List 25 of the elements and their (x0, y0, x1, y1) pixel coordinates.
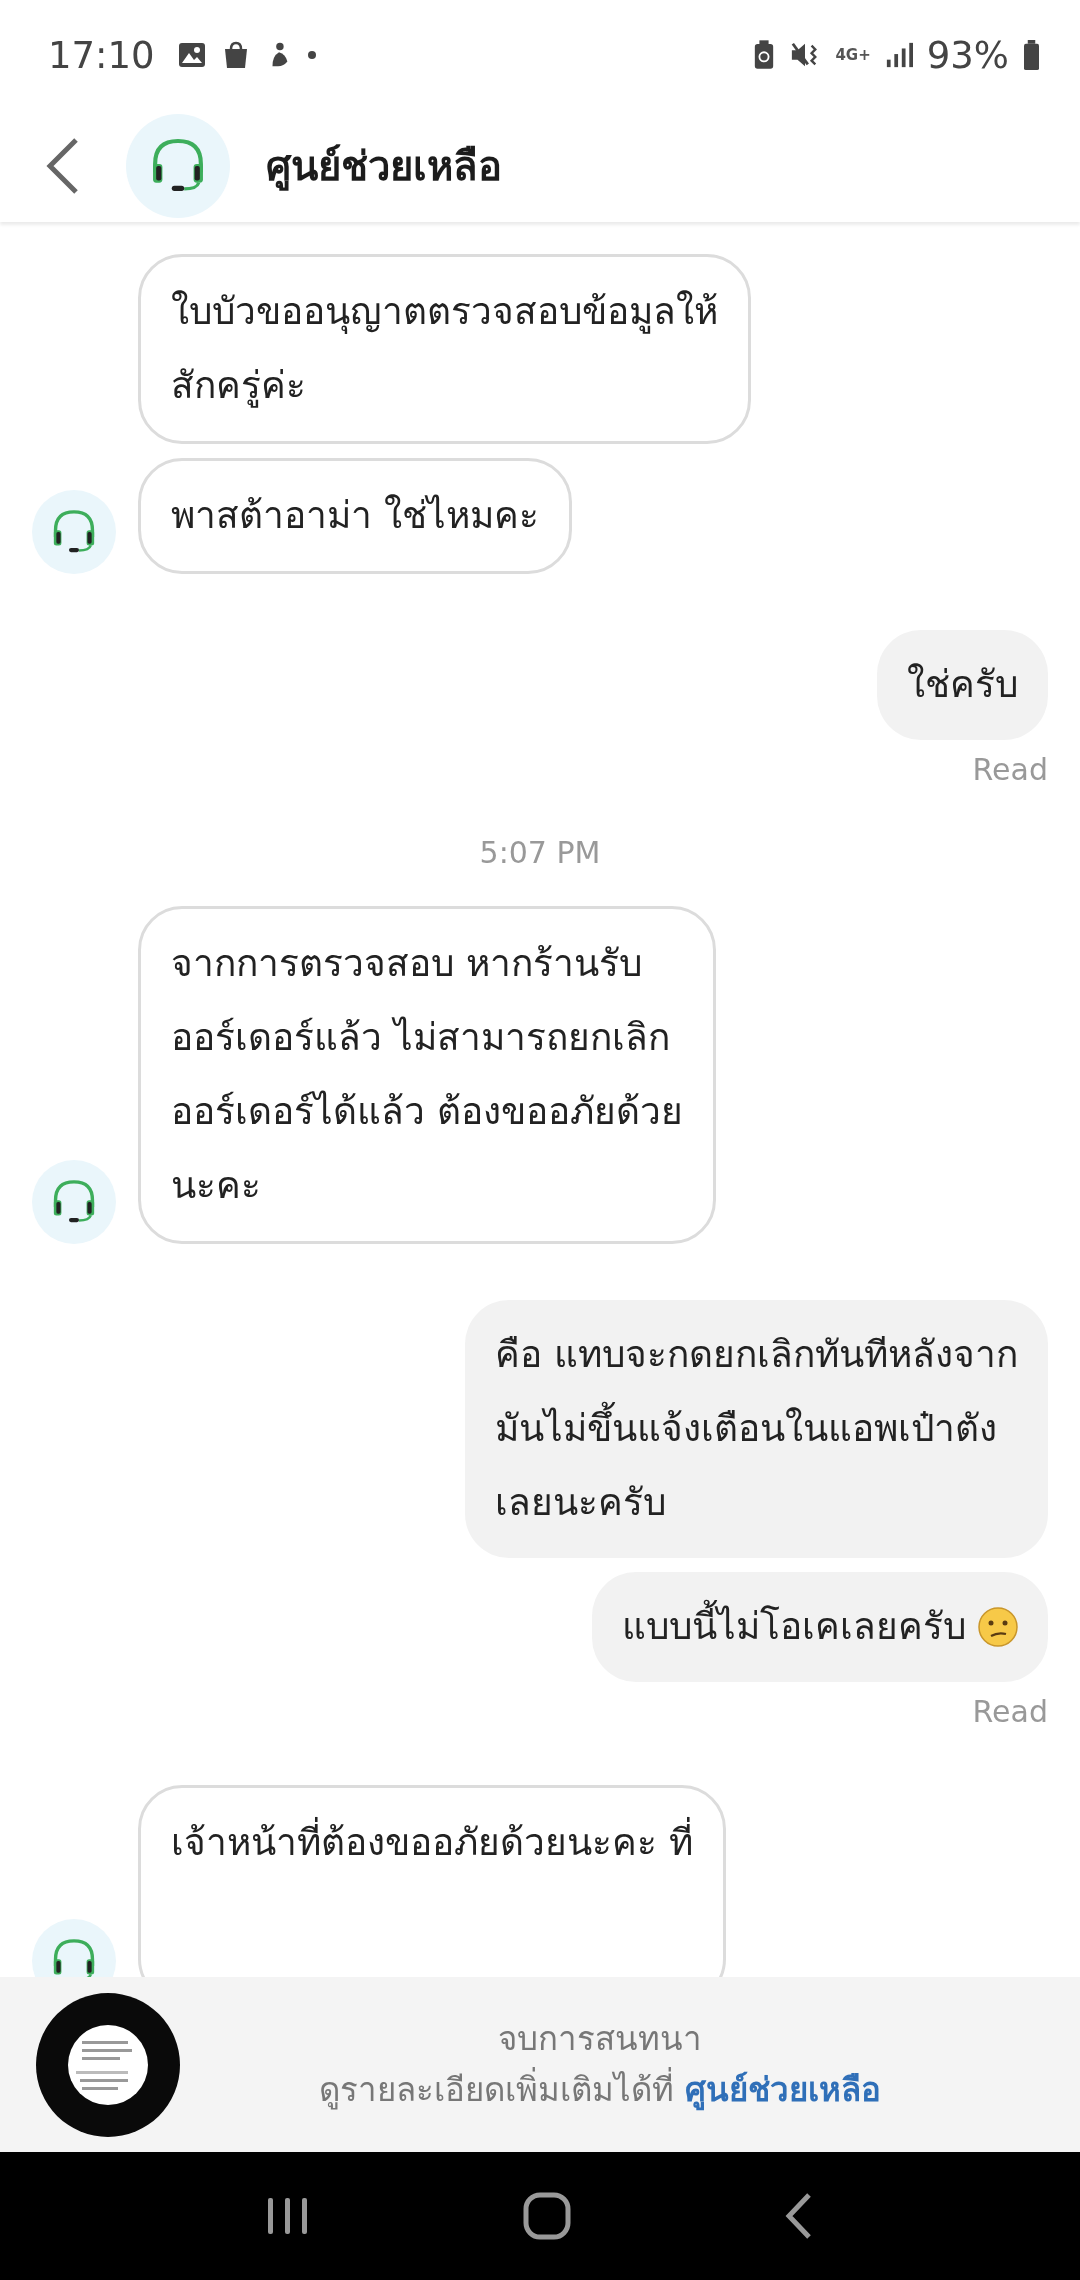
status-time: 17:10 (48, 33, 155, 77)
battery-percent: 93% (926, 33, 1009, 77)
battery-icon (1023, 40, 1040, 70)
screenshot-bubble-icon[interactable] (36, 1992, 180, 2137)
read-receipt: Read (972, 752, 1048, 787)
user-message: คือ แทบจะกดยกเลิกทันทีหลังจาก มันไม่ขึ้นแจ้งเตือนในแอพเป๋าตัง เลยนะครับ (465, 1300, 1048, 1558)
agent-message: เจ้าหน้าที่ต้องขออภัยด้วยนะคะ ที่ (138, 1785, 726, 1977)
help-center-link[interactable]: ศูนย์ช่วยเหลือ (684, 2069, 881, 2109)
chat-title: ศูนย์ช่วยเหลือ (266, 142, 502, 193)
read-receipt: Read (972, 1694, 1048, 1729)
agent-message: พาสต้าอาม่า ใช่ไหมคะ (138, 458, 572, 574)
timestamp: 5:07 PM (479, 835, 601, 870)
agent-message: ใบบัวขออนุญาตตรวจสอบข้อมูลให้ สักครู่ค่ะ (138, 254, 751, 444)
signal-icon (884, 40, 913, 70)
home-icon[interactable] (523, 2192, 571, 2240)
user-message: ใช่ครับ (877, 630, 1048, 740)
agent-message: จากการตรวจสอบ หากร้านรับ ออร์เดอร์แล้ว ไม่สามารถยกเลิก ออร์เดอร์ได้แล้ว ต้องขออภัยด้วย นะคะ (138, 906, 716, 1244)
user-message: แบบนี้ไม่โอเคเลยครับ (592, 1572, 1048, 1682)
battery-saver-icon (753, 40, 776, 70)
back-nav-icon[interactable] (783, 2192, 814, 2240)
footer-note: ดูรายละเอียดเพิ่มเติมได้ที่ ศูนย์ช่วยเหลือ (319, 2066, 881, 2113)
image-icon (176, 40, 207, 70)
network-label: 4G+ (835, 46, 871, 64)
chat-ended-label: จบการสนทนา (498, 2017, 702, 2060)
dot-icon (306, 50, 317, 60)
